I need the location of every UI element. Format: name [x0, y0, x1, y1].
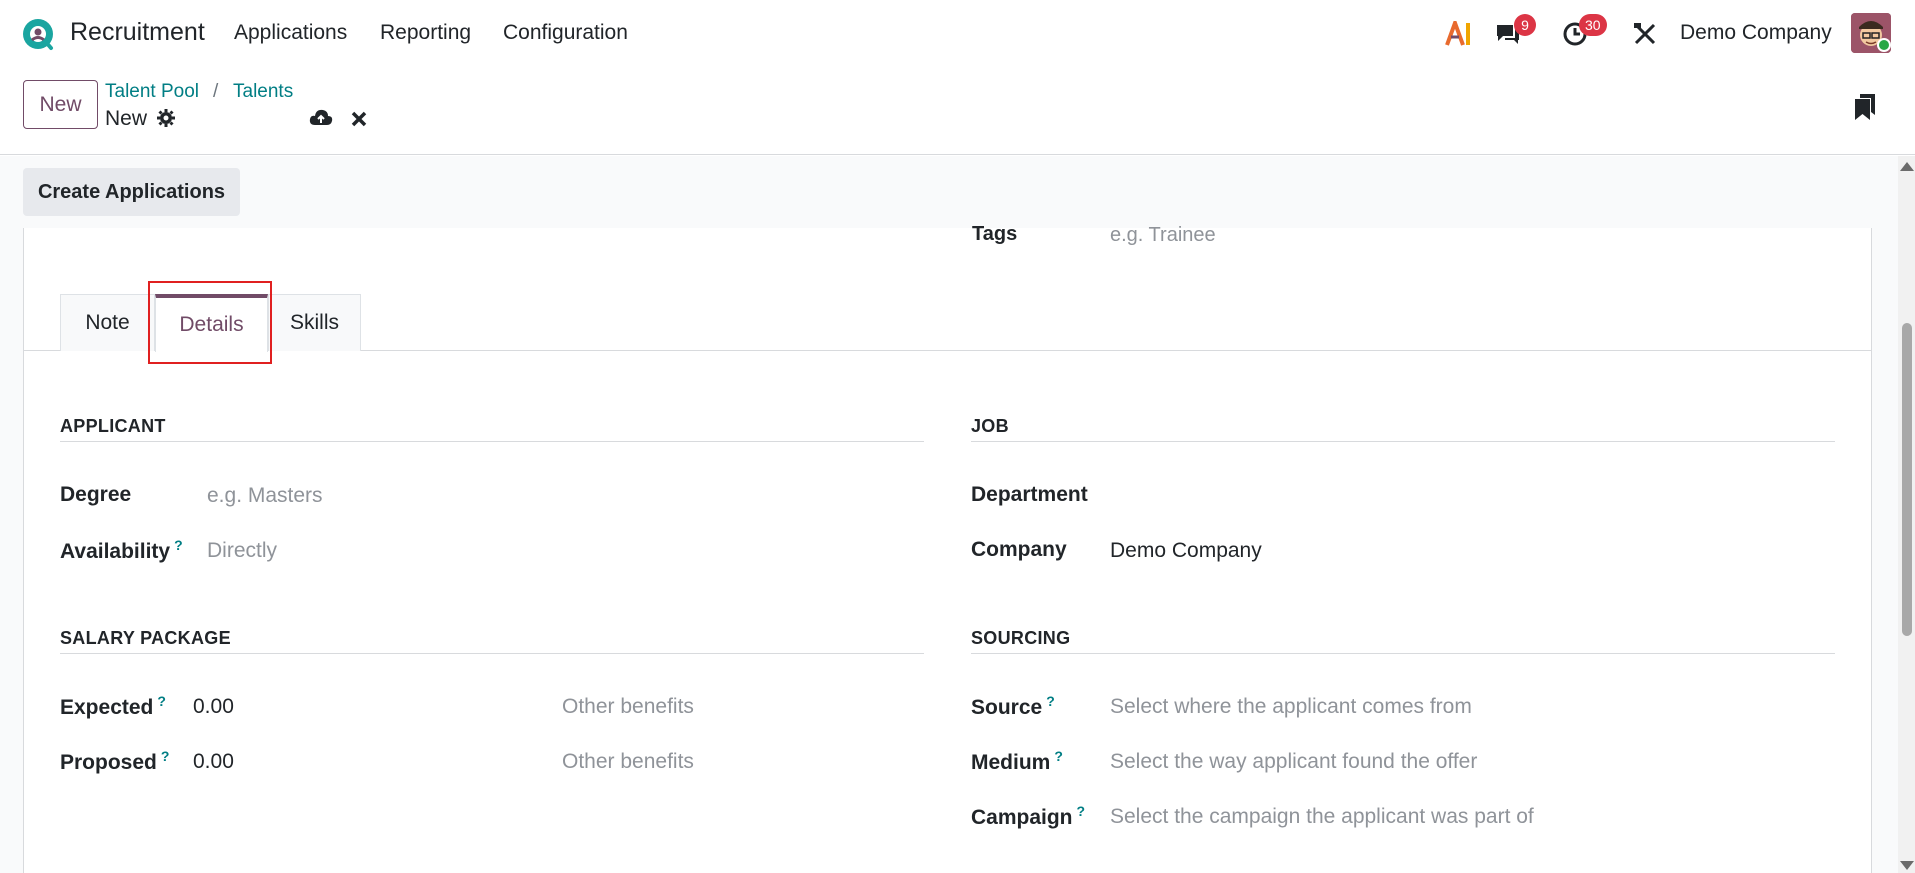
proposed-salary-label: Proposed?	[60, 748, 169, 775]
menu-reporting[interactable]: Reporting	[380, 21, 471, 45]
department-label: Department	[971, 483, 1088, 506]
breadcrumb-talents[interactable]: Talents	[233, 81, 293, 103]
scroll-down-arrow-icon[interactable]	[1900, 861, 1914, 870]
job-section-rule	[971, 441, 1835, 442]
campaign-label: Campaign?	[971, 803, 1085, 830]
save-cloud-icon[interactable]	[308, 106, 334, 128]
medium-label-text: Medium	[971, 751, 1051, 774]
campaign-help-icon[interactable]: ?	[1077, 803, 1086, 819]
company-field[interactable]: Demo Company	[1110, 539, 1262, 563]
proposed-salary-input[interactable]: 0.00	[193, 750, 234, 774]
tags-input[interactable]: e.g. Trainee	[1110, 224, 1216, 247]
salary-section-rule	[60, 653, 924, 654]
medium-label: Medium?	[971, 748, 1063, 775]
tab-skills[interactable]: Skills	[268, 294, 361, 351]
messages-badge: 9	[1514, 14, 1536, 36]
expected-help-icon[interactable]: ?	[157, 693, 166, 709]
tags-label: Tags	[972, 223, 1018, 245]
scroll-up-arrow-icon[interactable]	[1900, 162, 1914, 171]
breadcrumb-talent-pool[interactable]: Talent Pool	[105, 81, 199, 103]
availability-help-icon[interactable]: ?	[174, 537, 183, 553]
app-name[interactable]: Recruitment	[70, 18, 205, 47]
campaign-label-text: Campaign	[971, 806, 1073, 829]
job-section-title: JOB	[971, 416, 1009, 436]
availability-label-text: Availability	[60, 540, 171, 563]
menu-applications[interactable]: Applications	[234, 21, 347, 45]
proposed-salary-label-text: Proposed	[60, 751, 157, 774]
company-label: Company	[971, 538, 1067, 561]
expected-salary-label-text: Expected	[60, 696, 154, 719]
expected-salary-input[interactable]: 0.00	[193, 695, 234, 719]
bookmark-icon[interactable]	[1852, 92, 1878, 122]
availability-label: Availability?	[60, 537, 183, 564]
source-label-text: Source	[971, 696, 1043, 719]
create-applications-button[interactable]: Create Applications	[23, 168, 240, 216]
medium-input[interactable]: Select the way applicant found the offer	[1110, 750, 1477, 774]
expected-benefits-input[interactable]: Other benefits	[562, 695, 694, 719]
online-status-icon	[1877, 38, 1891, 52]
proposed-help-icon[interactable]: ?	[161, 748, 170, 764]
proposed-benefits-input[interactable]: Other benefits	[562, 750, 694, 774]
new-button[interactable]: New	[23, 80, 98, 129]
source-input[interactable]: Select where the applicant comes from	[1110, 695, 1472, 719]
debug-tools-icon[interactable]	[1629, 18, 1661, 50]
record-name: New	[105, 107, 148, 130]
salary-section-title: SALARY PACKAGE	[60, 628, 231, 648]
sourcing-section-rule	[971, 653, 1835, 654]
company-switcher[interactable]: Demo Company	[1680, 21, 1832, 45]
degree-label: Degree	[60, 483, 132, 506]
breadcrumb-separator: /	[213, 81, 219, 102]
discard-icon[interactable]	[348, 108, 370, 130]
top-navbar: Recruitment Applications Reporting Confi…	[0, 0, 1915, 68]
tab-highlight-box	[148, 281, 272, 364]
menu-configuration[interactable]: Configuration	[503, 21, 628, 45]
campaign-input[interactable]: Select the campaign the applicant was pa…	[1110, 805, 1534, 829]
recruitment-app-icon[interactable]	[21, 17, 55, 51]
medium-help-icon[interactable]: ?	[1054, 748, 1063, 764]
scrollbar-thumb[interactable]	[1902, 323, 1912, 636]
ai-icon[interactable]	[1443, 18, 1475, 50]
applicant-section-title: APPLICANT	[60, 416, 166, 436]
availability-input[interactable]: Directly	[207, 539, 277, 563]
source-help-icon[interactable]: ?	[1046, 693, 1055, 709]
expected-salary-label: Expected?	[60, 693, 166, 720]
source-label: Source?	[971, 693, 1055, 720]
degree-input[interactable]: e.g. Masters	[207, 484, 323, 508]
tab-note[interactable]: Note	[60, 294, 155, 351]
sourcing-section-title: SOURCING	[971, 628, 1071, 648]
applicant-section-rule	[60, 441, 924, 442]
activities-badge: 30	[1579, 14, 1607, 36]
gear-icon[interactable]	[155, 107, 177, 129]
